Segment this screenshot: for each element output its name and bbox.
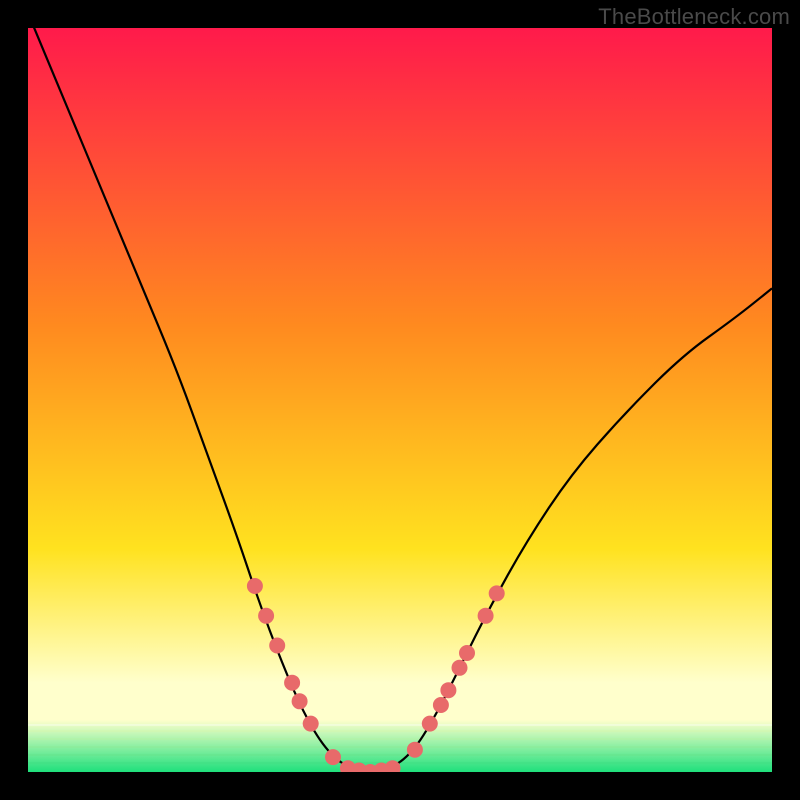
data-marker [292,693,308,709]
data-marker [478,608,494,624]
bottleneck-chart [28,28,772,772]
data-marker [258,608,274,624]
data-marker [247,578,263,594]
chart-frame: TheBottleneck.com [0,0,800,800]
data-marker [440,682,456,698]
data-marker [459,645,475,661]
data-marker [407,742,423,758]
data-marker [433,697,449,713]
data-marker [489,585,505,601]
data-marker [284,675,300,691]
gradient-background [28,28,772,772]
data-marker [325,749,341,765]
watermark-text: TheBottleneck.com [598,4,790,30]
data-marker [452,660,468,676]
data-marker [422,716,438,732]
data-marker [303,716,319,732]
data-marker [269,638,285,654]
